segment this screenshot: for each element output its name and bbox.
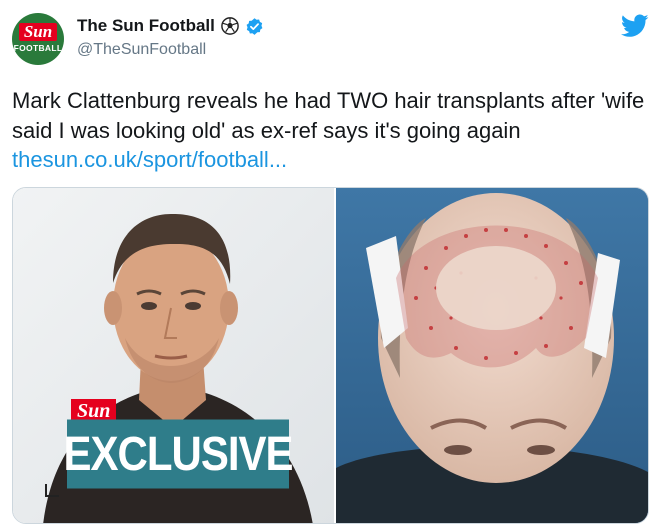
tweet-card[interactable]: Sun FOOTBALL The Sun Football @TheSunFoo…: [0, 0, 661, 532]
photo-portrait[interactable]: Sun EXCLUSIVE: [13, 188, 334, 523]
tweet-link[interactable]: thesun.co.uk/sport/football...: [12, 145, 287, 175]
tweet-text: Mark Clattenburg reveals he had TWO hair…: [12, 88, 645, 143]
photo-hair-transplant[interactable]: [334, 188, 648, 523]
twitter-bird-icon[interactable]: [621, 14, 649, 38]
media-grid[interactable]: Sun EXCLUSIVE: [12, 187, 649, 524]
verified-badge-icon: [246, 17, 263, 35]
soccer-ball-icon: [221, 17, 239, 35]
name-row: The Sun Football: [77, 16, 264, 36]
avatar-subtitle: FOOTBALL: [13, 43, 63, 53]
display-name[interactable]: The Sun Football: [77, 16, 215, 36]
avatar-brand: Sun: [18, 23, 58, 41]
account-handle[interactable]: @TheSunFootball: [77, 41, 206, 59]
scalp-illustration: [336, 188, 648, 523]
avatar[interactable]: Sun FOOTBALL: [12, 13, 64, 65]
exclusive-badge: EXCLUSIVE: [63, 419, 294, 489]
